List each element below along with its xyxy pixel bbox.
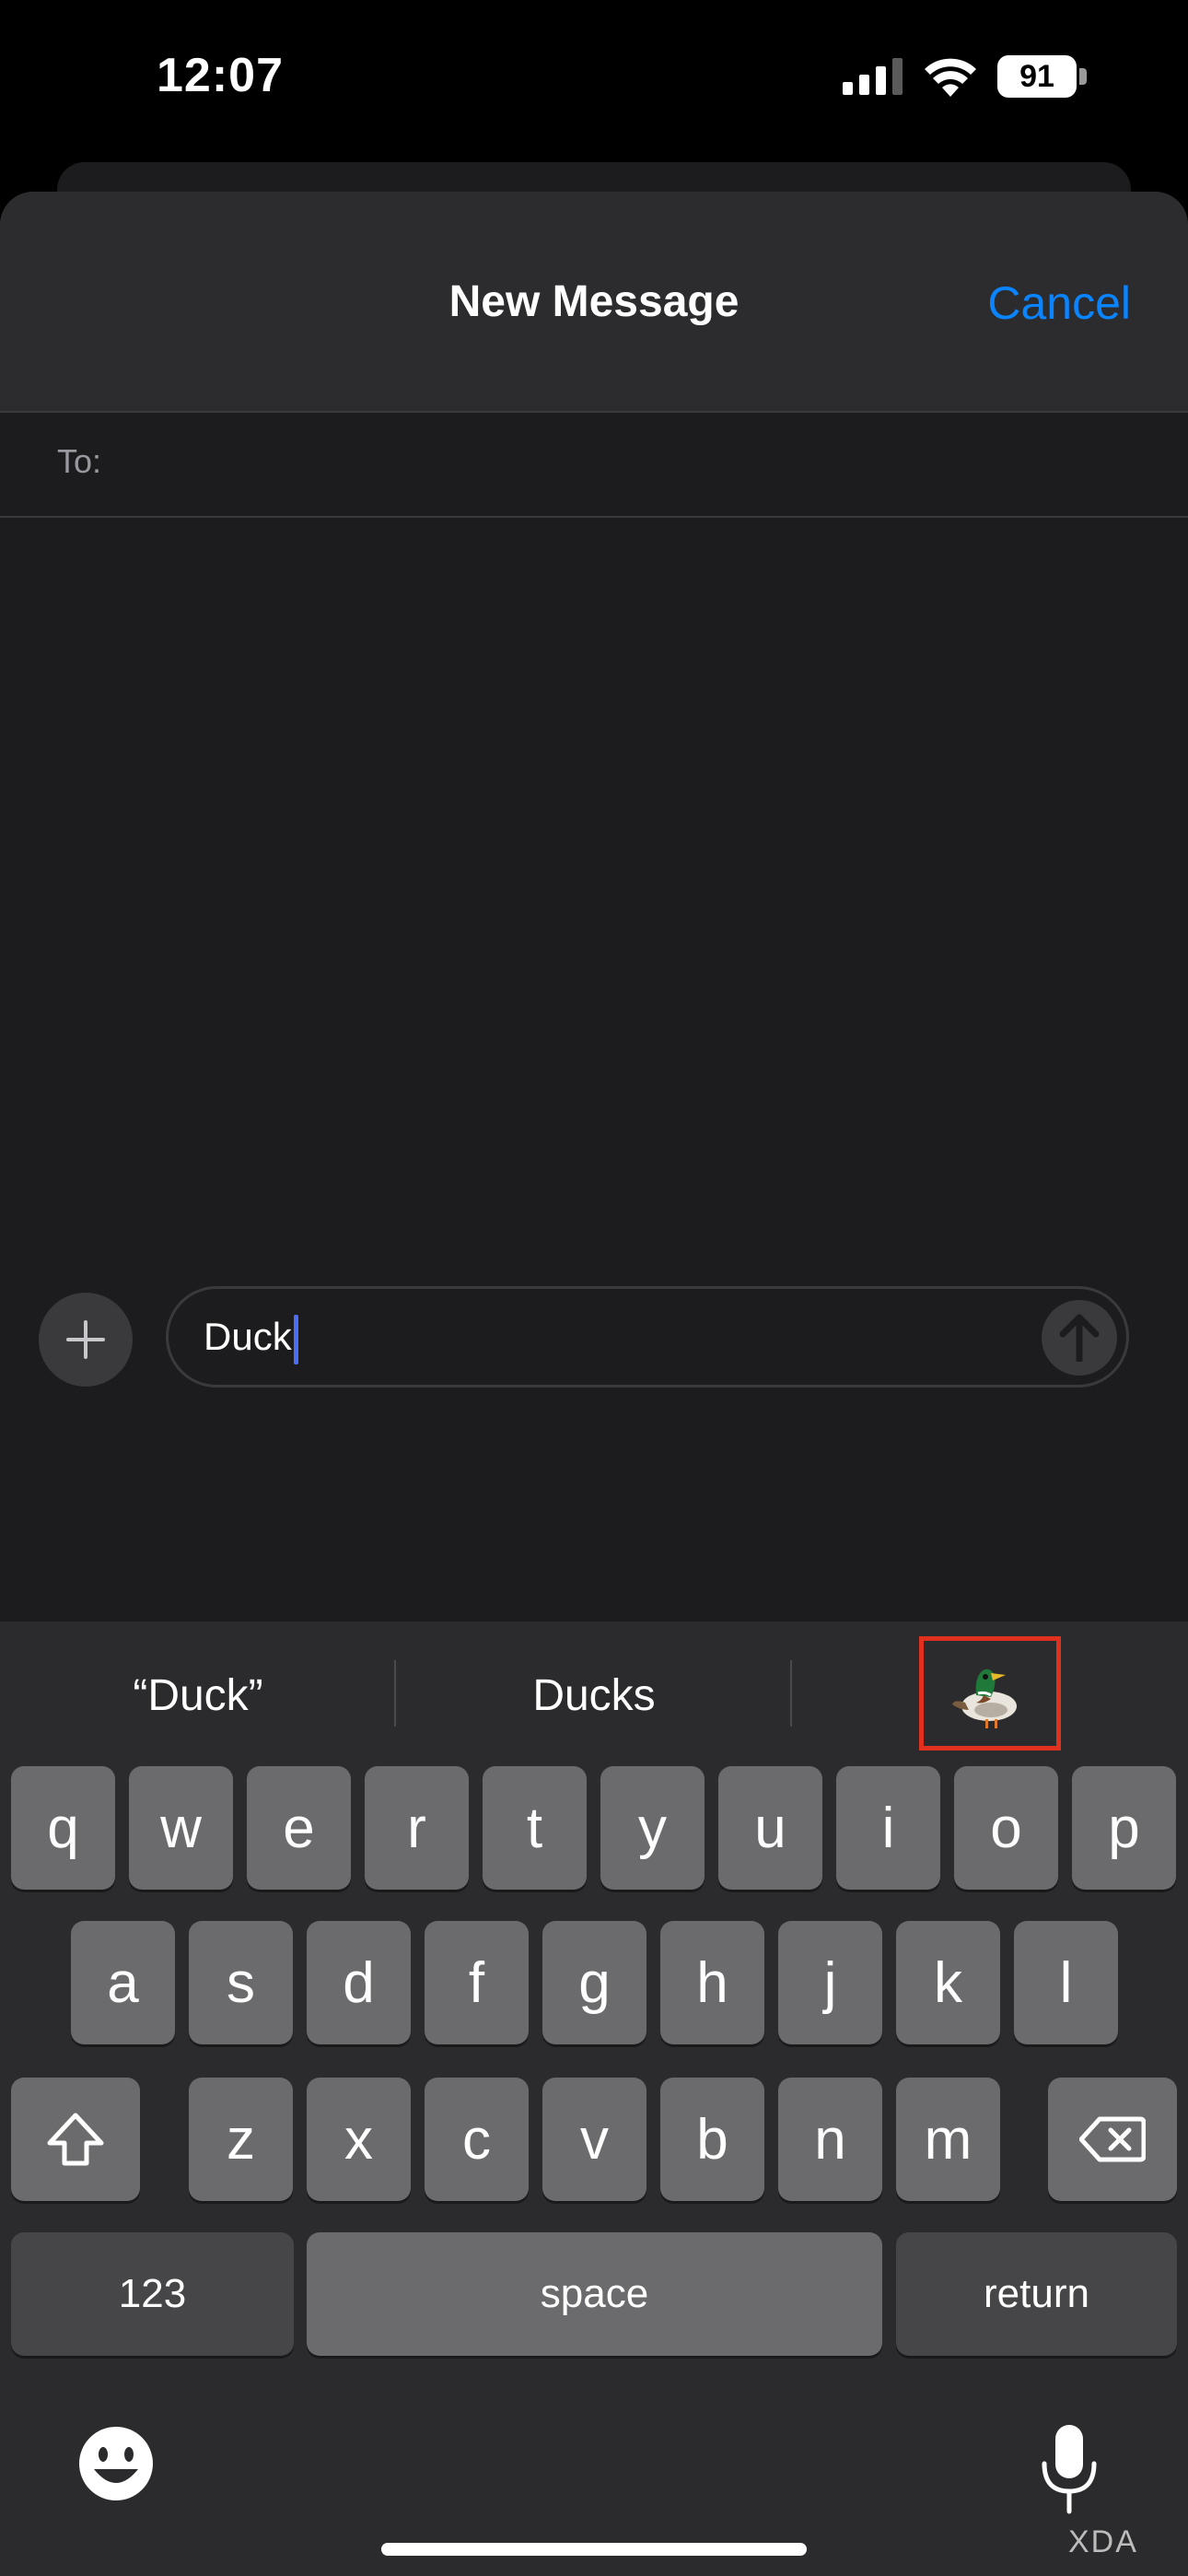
key-g[interactable]: g (542, 1921, 646, 2044)
key-c[interactable]: c (425, 2078, 529, 2201)
space-key[interactable]: space (307, 2232, 882, 2356)
to-label: To: (57, 442, 102, 480)
emoji-face-icon (79, 2427, 153, 2500)
key-z[interactable]: z (189, 2078, 293, 2201)
delete-key[interactable] (1048, 2078, 1177, 2201)
key-i[interactable]: i (836, 1766, 940, 1890)
key-d[interactable]: d (307, 1921, 411, 2044)
key-j[interactable]: j (778, 1921, 882, 2044)
key-r[interactable]: r (365, 1766, 469, 1890)
keyboard: “Duck” Ducks q w e r t y u i o p a s d f… (0, 1622, 1188, 2576)
xda-watermark: XDA (1068, 2524, 1138, 2559)
key-p[interactable]: p (1072, 1766, 1176, 1890)
dictation-button[interactable] (1037, 2423, 1101, 2515)
cancel-button[interactable]: Cancel (987, 276, 1131, 330)
key-t[interactable]: t (483, 1766, 587, 1890)
highlight-box (919, 1636, 1061, 1751)
shift-key[interactable] (11, 2078, 140, 2201)
key-m[interactable]: m (896, 2078, 1000, 2201)
key-f[interactable]: f (425, 1921, 529, 2044)
return-key[interactable]: return (896, 2232, 1177, 2356)
home-indicator (381, 2543, 807, 2556)
cellular-signal-icon (843, 58, 903, 95)
send-button[interactable] (1042, 1300, 1117, 1376)
battery-tip (1079, 68, 1087, 85)
to-field[interactable]: To: (0, 413, 1188, 518)
key-a[interactable]: a (71, 1921, 175, 2044)
delete-backspace-icon (1079, 2116, 1146, 2162)
text-caret (293, 1315, 298, 1364)
key-o[interactable]: o (954, 1766, 1058, 1890)
key-v[interactable]: v (542, 2078, 646, 2201)
plus-icon (66, 1320, 105, 1359)
battery-level: 91 (997, 55, 1077, 98)
key-l[interactable]: l (1014, 1921, 1118, 2044)
prediction-2[interactable]: Ducks (396, 1622, 792, 1769)
key-h[interactable]: h (660, 1921, 764, 2044)
key-k[interactable]: k (896, 1921, 1000, 2044)
message-input[interactable]: Duck (166, 1286, 1129, 1388)
message-text: Duck (204, 1315, 298, 1364)
arrow-up-icon (1059, 1314, 1100, 1362)
key-q[interactable]: q (11, 1766, 115, 1890)
prediction-1[interactable]: “Duck” (0, 1622, 396, 1769)
predictive-text-bar: “Duck” Ducks (0, 1622, 1188, 1769)
sheet-header: New Message Cancel (0, 192, 1188, 413)
status-time: 12:07 (157, 49, 284, 102)
numbers-key[interactable]: 123 (11, 2232, 294, 2356)
microphone-icon (1042, 2425, 1097, 2514)
key-y[interactable]: y (600, 1766, 705, 1890)
key-u[interactable]: u (718, 1766, 822, 1890)
key-e[interactable]: e (247, 1766, 351, 1890)
status-icons: 91 (843, 55, 1087, 98)
key-x[interactable]: x (307, 2078, 411, 2201)
shift-icon (47, 2113, 104, 2166)
emoji-button[interactable] (76, 2423, 157, 2504)
battery-indicator: 91 (997, 55, 1087, 98)
key-w[interactable]: w (129, 1766, 233, 1890)
wifi-icon (925, 58, 976, 97)
key-s[interactable]: s (189, 1921, 293, 2044)
key-n[interactable]: n (778, 2078, 882, 2201)
key-b[interactable]: b (660, 2078, 764, 2201)
add-attachment-button[interactable] (39, 1293, 133, 1387)
